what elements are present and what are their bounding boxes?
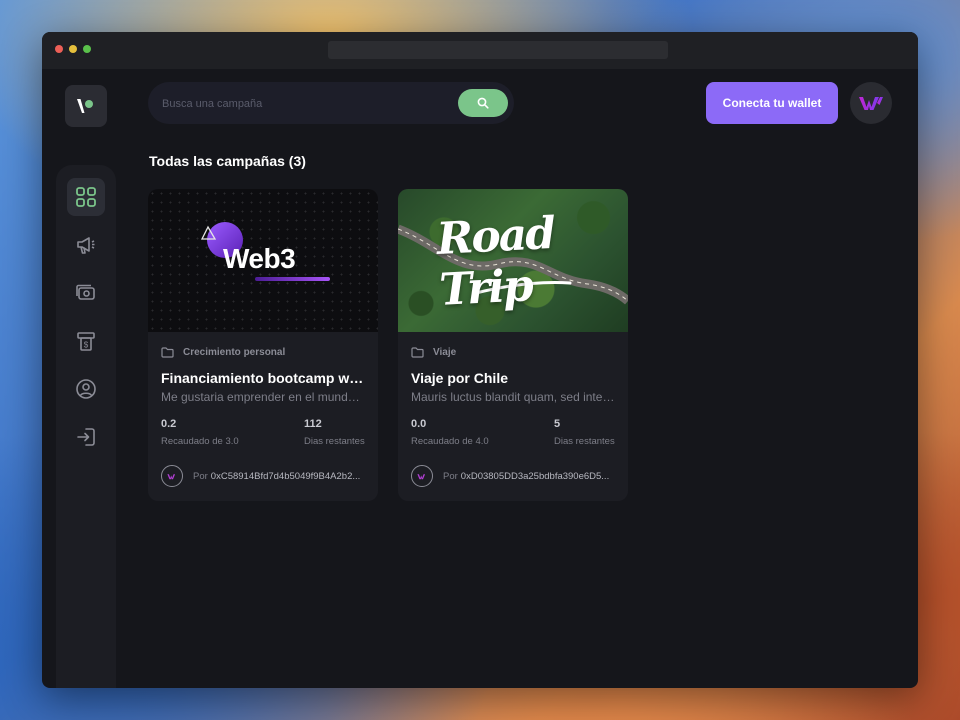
folder-icon	[161, 347, 174, 358]
campaign-title: Viaje por Chile	[411, 370, 508, 386]
app-window: $ Conecta tu wallet Todas las	[42, 32, 918, 688]
folder-icon	[411, 347, 424, 358]
sidebar-item-profile[interactable]	[67, 370, 105, 408]
address-bar[interactable]	[328, 41, 668, 59]
days-label: Dias restantes	[304, 436, 365, 447]
close-window-button[interactable]	[55, 45, 63, 53]
owner-address: 0xD03805DD3a25bdbfa390e6D5...	[460, 470, 610, 482]
sidebar-item-campaign[interactable]	[67, 226, 105, 264]
atm-icon: $	[77, 332, 95, 351]
campaign-category: Viaje	[411, 347, 456, 358]
days-value: 5	[554, 418, 561, 430]
search-button[interactable]	[458, 89, 508, 117]
sidebar-item-logout[interactable]	[67, 418, 105, 456]
search-input[interactable]	[160, 82, 454, 126]
owner-prefix: Por	[443, 470, 458, 482]
brand-logo-icon	[417, 473, 426, 479]
sidebar-item-payment[interactable]	[67, 274, 105, 312]
campaign-description: Me gustaria emprender en el mundo web3	[161, 390, 366, 404]
search-bar	[148, 82, 514, 126]
days-value: 112	[304, 418, 322, 430]
campaign-title: Financiamiento bootcamp web3	[161, 370, 366, 386]
maximize-window-button[interactable]	[83, 45, 91, 53]
app-logo[interactable]	[65, 85, 107, 127]
category-label: Viaje	[433, 347, 457, 358]
campaign-image: Road Trip	[398, 189, 628, 332]
user-circle-icon	[76, 379, 96, 399]
connect-wallet-button[interactable]: Conecta tu wallet	[706, 82, 838, 124]
section-title: Todas las campañas (3)	[149, 153, 306, 169]
sidebar: $	[56, 165, 116, 688]
campaign-card[interactable]: Road Trip Viaje Viaje por Chile Mauris l…	[398, 189, 628, 501]
megaphone-icon	[77, 237, 95, 254]
owner-avatar	[411, 465, 433, 487]
logout-icon	[77, 428, 95, 446]
title-bar	[42, 32, 918, 69]
owner-prefix: Por	[193, 470, 208, 482]
campaign-owner: Por 0xC58914Bfd7d4b5049f9B4A2b2...	[161, 465, 371, 487]
owner-address: 0xC58914Bfd7d4b5049f9B4A2b2...	[210, 470, 361, 482]
campaign-card[interactable]: Web3 Crecimiento personal Financiamiento…	[148, 189, 378, 501]
category-label: Crecimiento personal	[183, 347, 286, 358]
search-icon	[477, 97, 489, 109]
user-avatar[interactable]	[850, 82, 892, 124]
owner-avatar	[161, 465, 183, 487]
campaign-description: Mauris luctus blandit quam, sed interdum	[411, 390, 616, 404]
raised-label: Recaudado de 4.0	[411, 436, 489, 447]
road-trip-image-text: Road Trip	[435, 207, 556, 316]
money-icon	[76, 284, 95, 300]
raised-value: 0.2	[161, 418, 177, 430]
brand-logo-icon	[859, 97, 883, 110]
campaign-owner: Por 0xD03805DD3a25bdbfa390e6D5...	[411, 465, 621, 487]
campaign-category: Crecimiento personal	[161, 347, 285, 358]
campaign-image: Web3	[148, 189, 378, 332]
minimize-window-button[interactable]	[69, 45, 77, 53]
web3-image-text: Web3	[223, 243, 296, 274]
svg-text:$: $	[84, 341, 89, 350]
days-label: Dias restantes	[554, 436, 615, 447]
raised-label: Recaudado de 3.0	[161, 436, 239, 447]
logo-icon	[77, 99, 93, 113]
brand-logo-icon	[167, 473, 176, 479]
raised-value: 0.0	[411, 418, 427, 430]
grid-icon	[76, 187, 96, 207]
sidebar-item-dashboard[interactable]	[67, 178, 105, 216]
sidebar-item-withdraw[interactable]: $	[67, 322, 105, 360]
